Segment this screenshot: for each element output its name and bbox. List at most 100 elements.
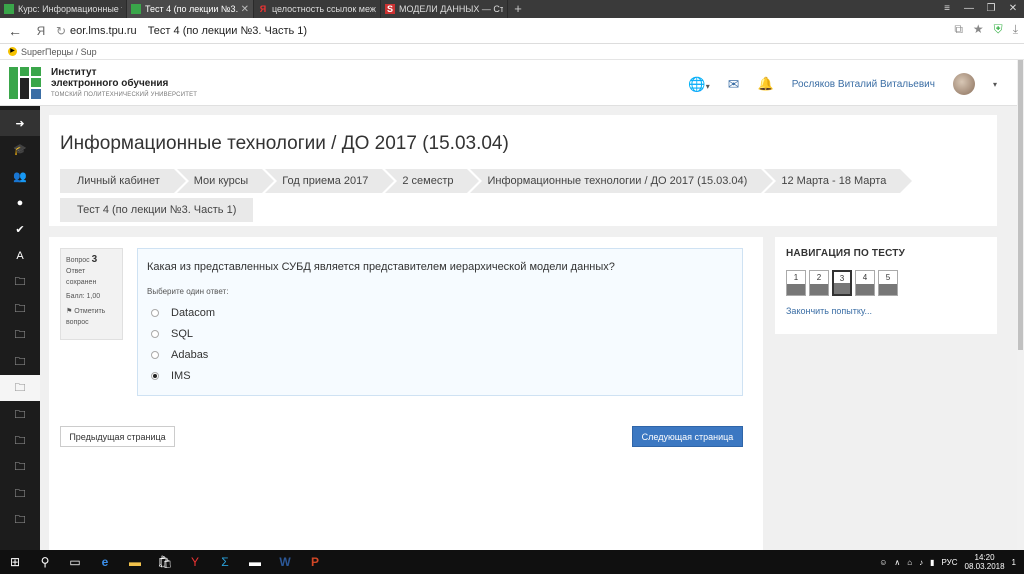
scrollbar-thumb[interactable] — [1018, 60, 1023, 350]
header-actions: 🌐▾ ✉ 🔔 Росляков Виталий Витальевич ▾ — [688, 73, 997, 95]
folder-icon: 🗀 — [14, 302, 26, 315]
radio-button[interactable] — [151, 308, 159, 317]
logo-line2: электронного обучения — [51, 78, 169, 89]
play-icon: ▶ — [8, 47, 17, 56]
people-icon[interactable]: ☺ — [879, 558, 887, 567]
mail-icon[interactable]: ✉ — [728, 76, 740, 93]
breadcrumb-item[interactable]: 2 семестр — [385, 169, 480, 193]
users-icon: 👥 — [13, 170, 27, 183]
sidebar-item[interactable]: 👥 — [0, 163, 40, 189]
tab-label: Курс: Информационные те — [18, 4, 122, 14]
language-indicator[interactable]: РУС — [941, 558, 957, 567]
logo-text[interactable]: Институт электронного обучения ТОМСКИЙ П… — [51, 67, 197, 98]
volume-icon[interactable]: ♪ — [919, 558, 923, 567]
logo-icon[interactable] — [9, 67, 41, 99]
breadcrumb-item[interactable]: Личный кабинет — [60, 169, 186, 193]
battery-icon[interactable]: ▮ — [930, 558, 934, 567]
back-icon[interactable]: ← — [0, 23, 30, 39]
chevron-down-icon[interactable]: ▾ — [993, 80, 997, 89]
task-view-icon[interactable]: ▭ — [60, 550, 90, 574]
edge-icon[interactable]: e — [90, 550, 120, 574]
next-page-button[interactable]: Следующая страница — [632, 426, 743, 447]
quiz-page-button[interactable]: 4 — [855, 270, 875, 296]
download-icon[interactable]: ⤓ — [1013, 22, 1018, 37]
star-icon[interactable]: ★ — [973, 22, 984, 37]
globe-icon[interactable]: 🌐▾ — [688, 76, 709, 93]
quiz-page-button-current[interactable]: 3 — [832, 270, 852, 296]
network-icon[interactable]: ⌂ — [907, 558, 912, 567]
bookmark-item[interactable]: SuperПерцы / Sup — [21, 47, 97, 57]
browser-tab[interactable]: Курс: Информационные те — [0, 0, 127, 18]
radio-button-checked[interactable] — [151, 371, 159, 380]
sidebar-item[interactable]: 🗀 — [0, 481, 40, 507]
answer-option-selected[interactable]: IMS — [147, 365, 733, 386]
avatar[interactable] — [952, 73, 975, 95]
browser-tab[interactable]: Я целостность ссылок межд — [254, 0, 381, 18]
chevron-up-icon[interactable]: ∧ — [894, 558, 900, 567]
reload-icon[interactable]: ↻ — [52, 24, 70, 38]
sidebar-item[interactable]: 🗀 — [0, 375, 40, 401]
radio-button[interactable] — [151, 350, 159, 359]
sidebar-item[interactable]: ● — [0, 190, 40, 216]
sidebar-item[interactable]: A — [0, 243, 40, 269]
sidebar-item[interactable]: 🗀 — [0, 507, 40, 533]
left-sidebar: ➜ 🎓 👥 ● ✔ A 🗀 🗀 🗀 🗀 🗀 🗀 🗀 🗀 🗀 🗀 — [0, 106, 40, 550]
sidebar-item[interactable]: 🗀 — [0, 428, 40, 454]
url-field[interactable]: eor.lms.tpu.ru Тест 4 (по лекции №3. Час… — [70, 25, 307, 37]
quiz-page-button[interactable]: 1 — [786, 270, 806, 296]
answer-option[interactable]: SQL — [147, 323, 733, 344]
user-name[interactable]: Росляков Виталий Витальевич — [792, 79, 935, 90]
answer-option[interactable]: Adabas — [147, 344, 733, 365]
browser-tab-active[interactable]: Тест 4 (по лекции №3. Ч ✕ — [127, 0, 254, 18]
answer-label: Adabas — [171, 348, 209, 361]
yandex-icon[interactable]: Я — [30, 24, 52, 38]
new-tab-button[interactable]: + — [508, 0, 528, 18]
store-icon[interactable]: 🛍 — [150, 550, 180, 574]
folder-icon: 🗀 — [14, 328, 26, 341]
sidebar-item[interactable]: 🗀 — [0, 322, 40, 348]
finish-attempt-link[interactable]: Закончить попытку... — [786, 306, 872, 316]
sidebar-item[interactable]: ✔ — [0, 216, 40, 242]
breadcrumb-item[interactable]: 12 Марта - 18 Марта — [764, 169, 913, 193]
yandex-browser-icon[interactable]: Y — [180, 550, 210, 574]
page-scrollbar[interactable] — [1017, 60, 1024, 550]
sidebar-item[interactable]: 🗀 — [0, 296, 40, 322]
restore-icon[interactable]: ❐ — [980, 0, 1002, 18]
windows-start-icon[interactable]: ⊞ — [0, 550, 30, 574]
sidebar-item[interactable]: 🗀 — [0, 454, 40, 480]
search-icon[interactable]: ⚲ — [30, 550, 60, 574]
tabs-menu-icon[interactable]: ≡ — [936, 0, 958, 18]
browser-tab[interactable]: S МОДЕЛИ ДАННЫХ — Студ — [381, 0, 508, 18]
answer-option[interactable]: Datacom — [147, 302, 733, 323]
radio-button[interactable] — [151, 329, 159, 338]
shield-icon[interactable]: ⛨ — [994, 22, 1003, 37]
breadcrumb-item[interactable]: Информационные технологии / ДО 2017 (15.… — [470, 169, 774, 193]
site-header: Институт электронного обучения ТОМСКИЙ П… — [0, 60, 1017, 106]
question-number-value: 3 — [91, 254, 98, 265]
powerpoint-icon[interactable]: P — [300, 550, 330, 574]
media-icon[interactable]: ▬ — [240, 550, 270, 574]
window-controls: ≡ — ❐ ✕ — [936, 0, 1024, 18]
close-window-icon[interactable]: ✕ — [1002, 0, 1024, 18]
close-icon[interactable]: ✕ — [241, 4, 249, 15]
clock[interactable]: 14:20 08.03.2018 — [965, 553, 1005, 571]
word-icon[interactable]: W — [270, 550, 300, 574]
bell-icon[interactable]: 🔔 — [758, 76, 774, 92]
sidebar-item[interactable]: 🗀 — [0, 269, 40, 295]
notification-icon[interactable]: 1 — [1012, 558, 1016, 567]
translate-icon[interactable]: ⧉ — [954, 22, 963, 37]
visual-studio-icon[interactable]: Σ — [210, 550, 240, 574]
sidebar-item[interactable]: 🗀 — [0, 349, 40, 375]
previous-page-button[interactable]: Предыдущая страница — [60, 426, 175, 447]
flag-question-link[interactable]: ⚑ Отметить вопрос — [66, 306, 117, 328]
file-explorer-icon[interactable]: ▬ — [120, 550, 150, 574]
breadcrumb-current[interactable]: Тест 4 (по лекции №3. Часть 1) — [60, 198, 254, 222]
breadcrumb-item[interactable]: Год приема 2017 — [265, 169, 395, 193]
quiz-page-button[interactable]: 5 — [878, 270, 898, 296]
sidebar-item[interactable]: 🗀 — [0, 402, 40, 428]
minimize-icon[interactable]: — — [958, 0, 980, 18]
sidebar-item[interactable]: ➜ — [0, 110, 40, 136]
sidebar-item[interactable]: 🎓 — [0, 136, 40, 162]
breadcrumb-item[interactable]: Мои курсы — [176, 169, 275, 193]
quiz-page-button[interactable]: 2 — [809, 270, 829, 296]
